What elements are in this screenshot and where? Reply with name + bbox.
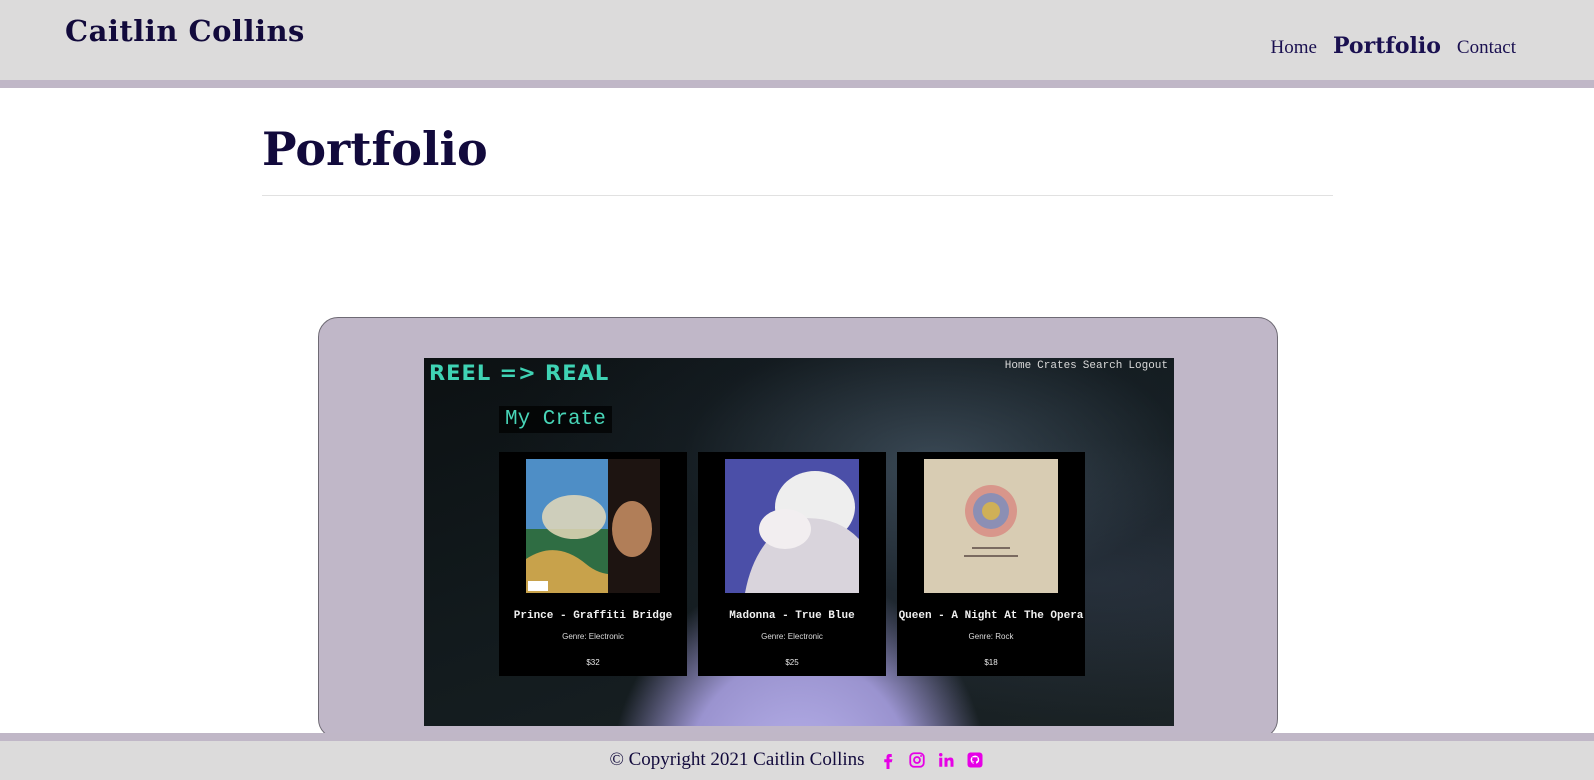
album-cover-queen: [924, 459, 1058, 593]
nav-portfolio[interactable]: Portfolio: [1333, 33, 1441, 59]
album-cover-prince: [526, 459, 660, 593]
album-cover-madonna: [725, 459, 859, 593]
project-card[interactable]: REEL => REAL Home Crates Search Logout M…: [318, 317, 1278, 739]
album-list: Prince - Graffiti Bridge Genre: Electron…: [499, 452, 1085, 676]
screenshot-nav-logout: Logout: [1128, 360, 1168, 372]
site-header: Caitlin Collins Home Portfolio Contact: [0, 0, 1594, 88]
album-card: Madonna - True Blue Genre: Electronic $2…: [698, 452, 886, 676]
album-title: Madonna - True Blue: [729, 610, 855, 622]
album-card: Queen - A Night At The Opera Genre: Rock…: [897, 452, 1085, 676]
screenshot-nav-home: Home: [1004, 360, 1032, 372]
reel-real-logo: REEL => REAL: [429, 361, 610, 385]
copyright-text: © Copyright 2021 Caitlin Collins: [609, 749, 865, 770]
facebook-icon[interactable]: [878, 750, 898, 770]
nav-home[interactable]: Home: [1271, 37, 1317, 59]
screenshot-nav: Home Crates Search Logout: [1005, 360, 1168, 372]
album-genre: Genre: Electronic: [761, 632, 823, 641]
github-icon[interactable]: [965, 750, 985, 770]
title-divider: [262, 195, 1333, 196]
album-price: $18: [984, 658, 998, 667]
album-title: Prince - Graffiti Bridge: [513, 610, 673, 622]
site-footer: © Copyright 2021 Caitlin Collins: [0, 733, 1594, 780]
album-price: $32: [586, 658, 600, 667]
album-title: Queen - A Night At The Opera: [898, 610, 1084, 622]
instagram-icon[interactable]: [907, 750, 927, 770]
album-genre: Genre: Rock: [968, 632, 1014, 641]
crate-title: My Crate: [499, 406, 612, 433]
screenshot-nav-search: Search: [1082, 360, 1123, 372]
album-genre: Genre: Electronic: [562, 632, 624, 641]
footer-content: © Copyright 2021 Caitlin Collins: [0, 749, 1594, 771]
album-card: Prince - Graffiti Bridge Genre: Electron…: [499, 452, 687, 676]
screenshot-nav-crates: Crates: [1037, 360, 1077, 372]
site-brand[interactable]: Caitlin Collins: [65, 14, 305, 48]
project-screenshot[interactable]: REEL => REAL Home Crates Search Logout M…: [424, 358, 1174, 726]
main-nav: Home Portfolio Contact: [1271, 33, 1516, 59]
nav-contact[interactable]: Contact: [1457, 37, 1516, 59]
linkedin-icon[interactable]: [936, 750, 956, 770]
page-title: Portfolio: [262, 122, 488, 176]
album-price: $25: [785, 658, 799, 667]
